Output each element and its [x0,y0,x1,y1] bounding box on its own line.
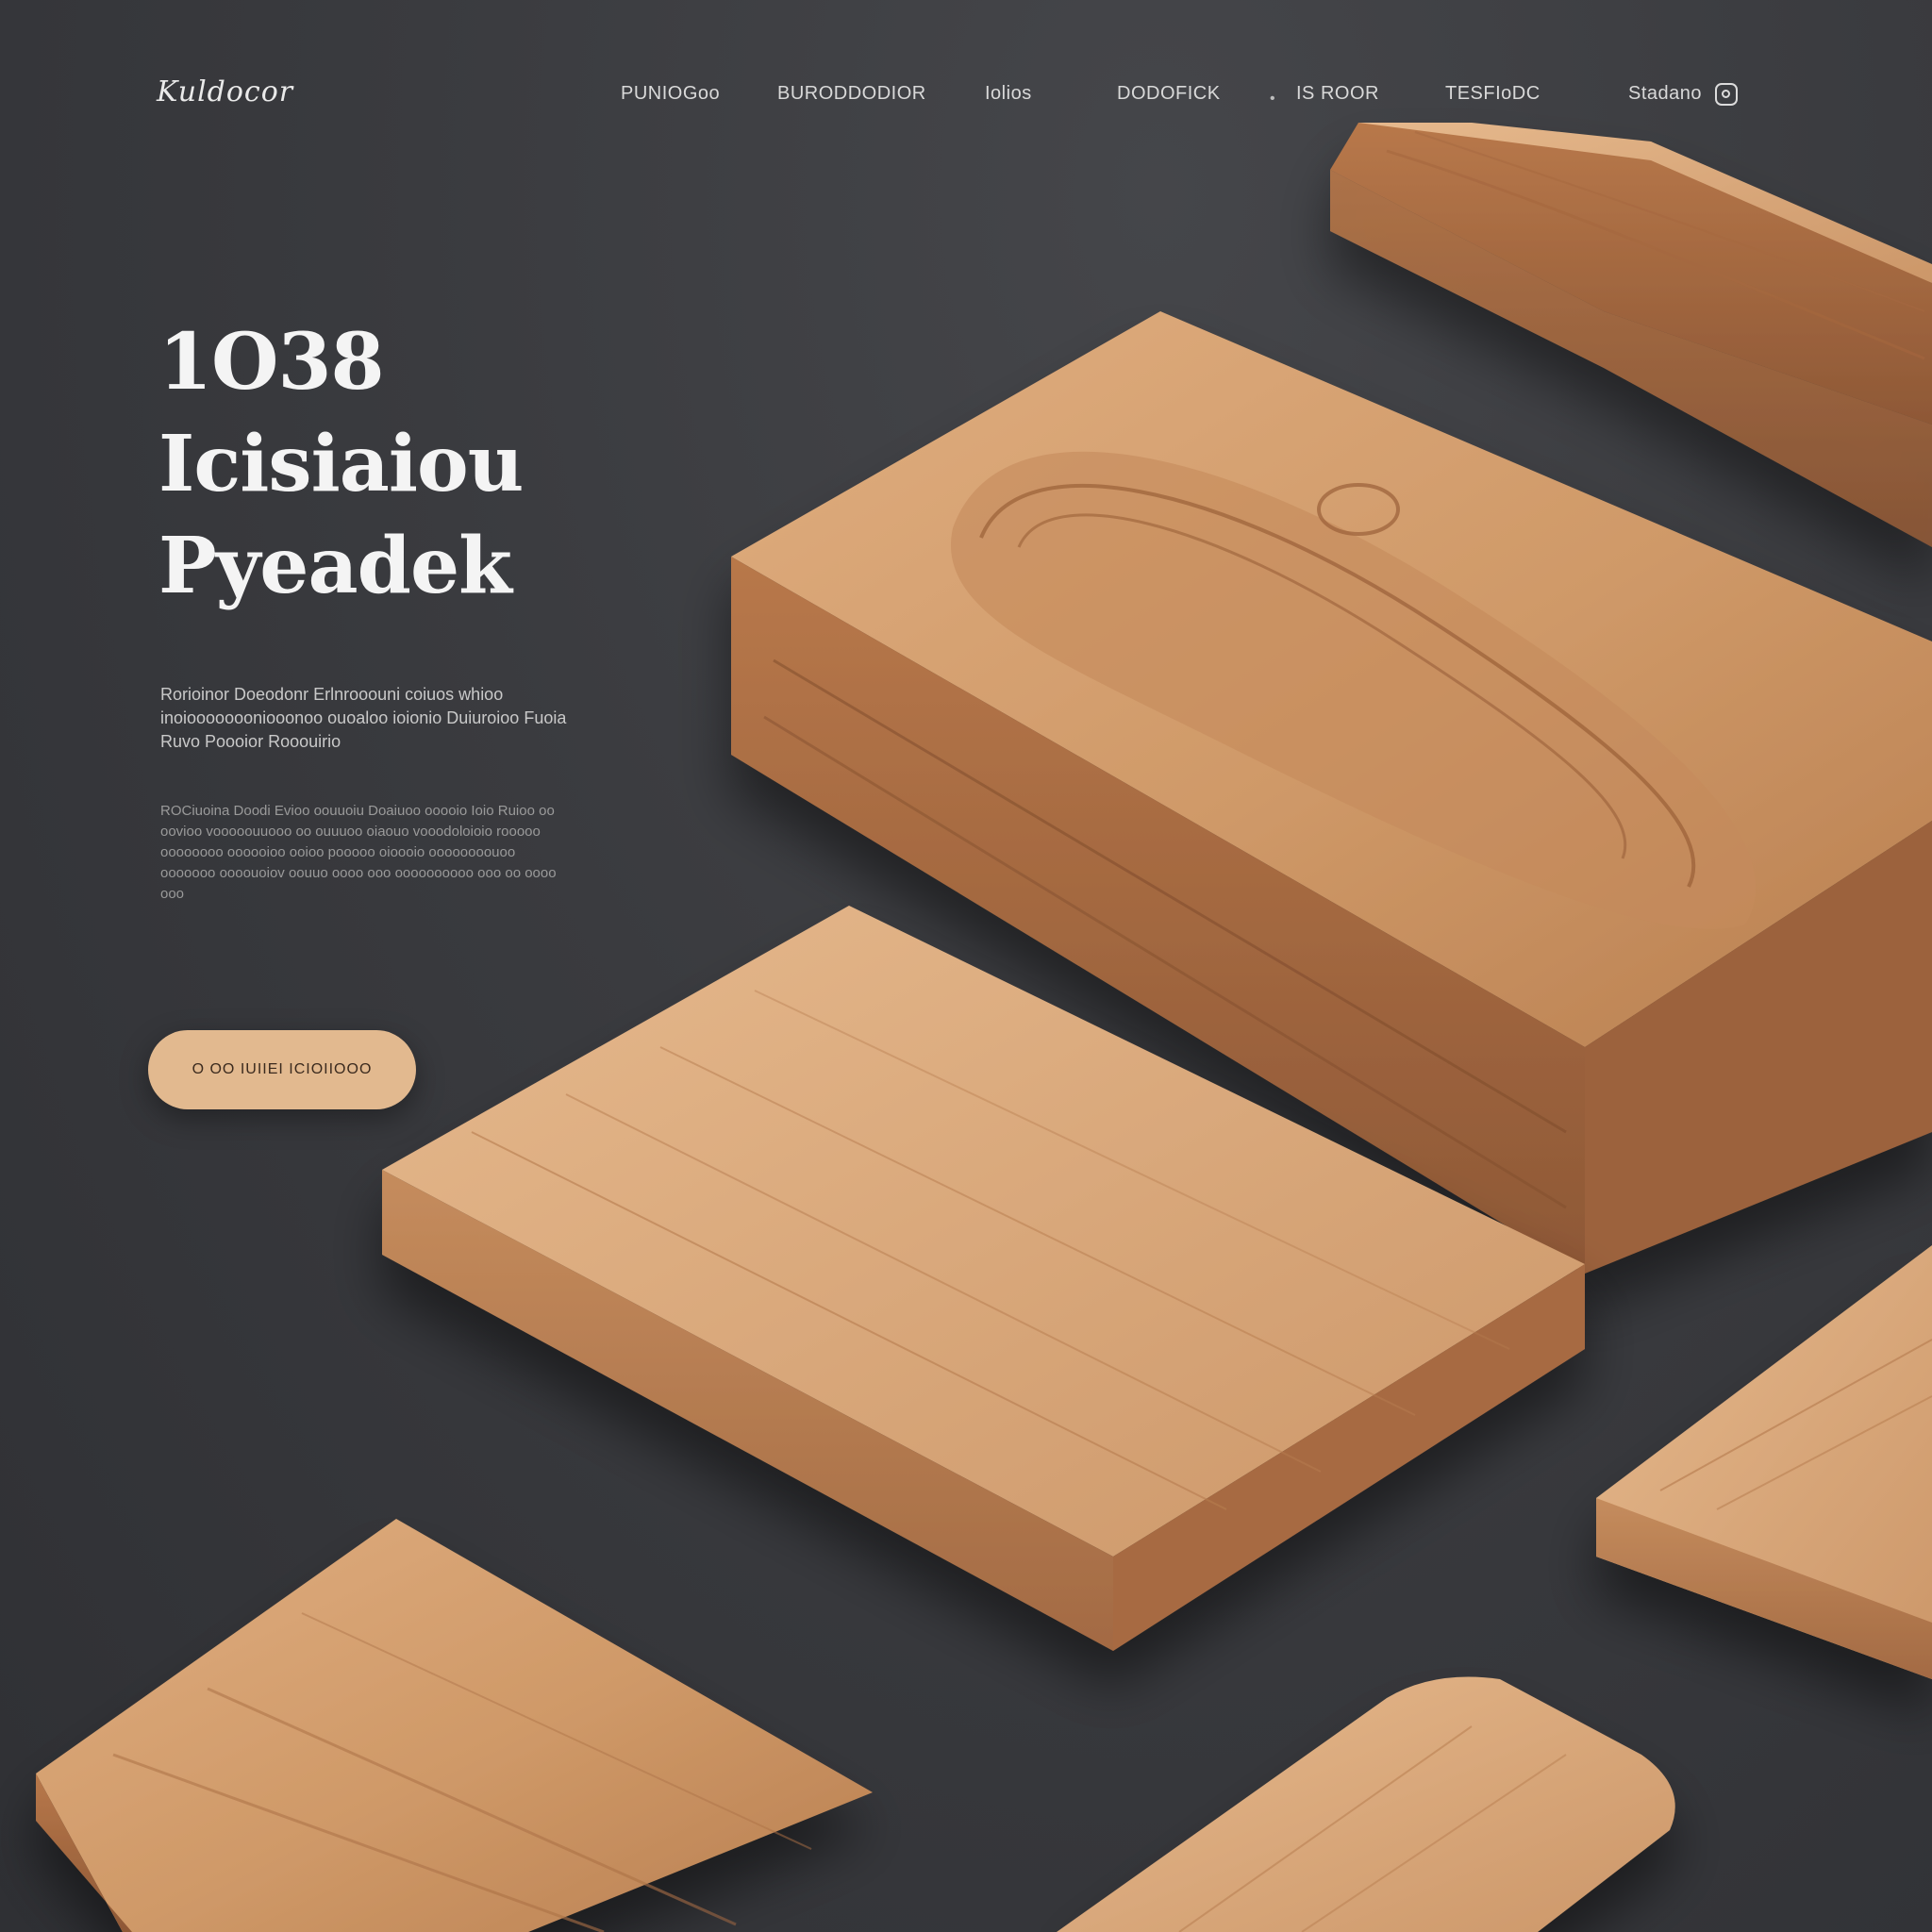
nav-link-3[interactable]: Iolios [985,83,1032,105]
hero-title-line-1: 1O38 [158,317,385,408]
nav-link-7[interactable]: Stadano [1628,83,1702,105]
hero-intro: Rorioinor Doeodonr Erlnrooouni coiuos wh… [160,685,567,751]
hero-section: 1O38 Icisiaiou Pyeadek [158,311,649,617]
hero-title-line-3: Pyeadek [158,521,512,611]
instagram-icon[interactable] [1715,83,1738,106]
hero-title: 1O38 Icisiaiou Pyeadek [158,311,649,617]
main-nav: PUNIOGoo BURODDODIOR Iolios DODOFICK • I… [0,83,1932,121]
hero-title-line-2: Icisiaiou [158,419,524,509]
nav-separator-dot: • [1270,91,1275,107]
nav-link-5[interactable]: IS ROOR [1296,83,1379,105]
wood-plank-right [1596,1245,1932,1679]
cta-button[interactable]: O OO IUIIEI ICIOIIOOO [148,1030,416,1109]
wood-illustration [36,123,1932,1932]
site-header: Kuldocor PUNIOGoo BURODDODIOR Iolios DOD… [0,0,1932,189]
hero-body: ROCiuoina Doodi Evioo oouuoiu Doaiuoo oo… [160,803,557,902]
nav-link-4[interactable]: DODOFICK [1117,83,1221,105]
wood-plank-bottom-left [36,1519,873,1932]
wood-plank-bottom-right [1057,1676,1675,1932]
nav-link-1[interactable]: PUNIOGoo [621,83,720,105]
nav-link-2[interactable]: BURODDODIOR [777,83,926,105]
nav-link-6[interactable]: TESFIoDC [1445,83,1541,105]
